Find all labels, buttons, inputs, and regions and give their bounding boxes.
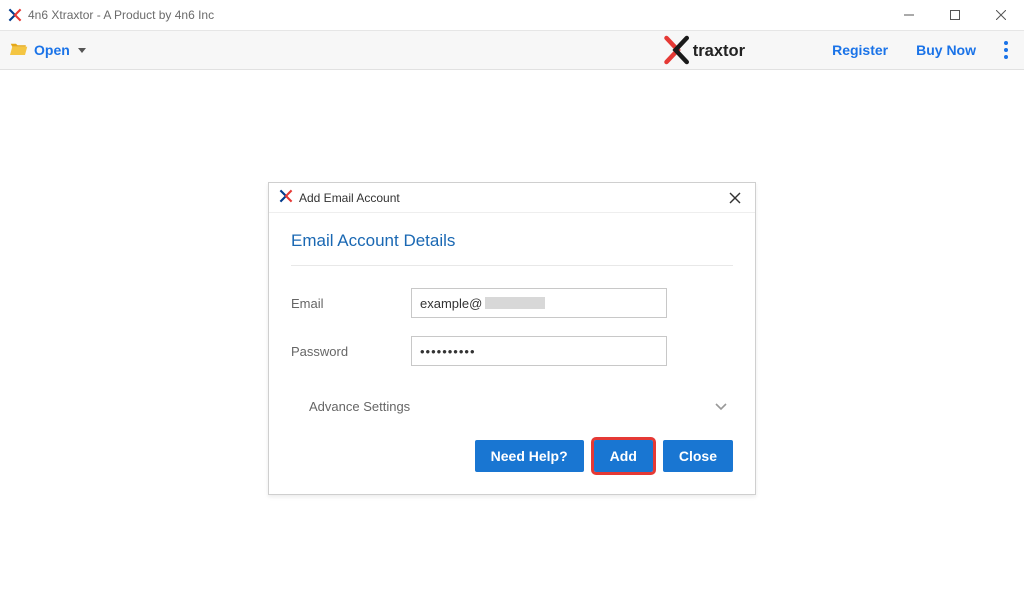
- dialog-close-button[interactable]: [725, 188, 745, 208]
- chevron-down-icon: [715, 399, 727, 414]
- app-icon: [8, 8, 22, 22]
- section-title: Email Account Details: [291, 231, 733, 266]
- close-button[interactable]: Close: [663, 440, 733, 472]
- password-label: Password: [291, 344, 411, 359]
- add-email-account-dialog: Add Email Account Email Account Details …: [268, 182, 756, 495]
- advance-settings-toggle[interactable]: Advance Settings: [291, 384, 733, 428]
- close-window-button[interactable]: [978, 0, 1024, 30]
- dialog-footer: Need Help? Add Close: [291, 434, 733, 478]
- need-help-button[interactable]: Need Help?: [475, 440, 584, 472]
- more-menu-button[interactable]: [998, 35, 1014, 65]
- window-title: 4n6 Xtraxtor - A Product by 4n6 Inc: [28, 8, 886, 22]
- password-row: Password: [291, 336, 733, 366]
- password-input[interactable]: [411, 336, 667, 366]
- open-button[interactable]: Open: [10, 41, 86, 60]
- maximize-button[interactable]: [932, 0, 978, 30]
- register-link[interactable]: Register: [832, 42, 888, 58]
- dropdown-caret-icon: [78, 48, 86, 53]
- titlebar: 4n6 Xtraxtor - A Product by 4n6 Inc: [0, 0, 1024, 30]
- email-label: Email: [291, 296, 411, 311]
- buy-now-link[interactable]: Buy Now: [916, 42, 976, 58]
- folder-open-icon: [10, 41, 28, 60]
- open-label: Open: [34, 42, 70, 58]
- brand-logo: traxtor: [658, 35, 798, 65]
- dialog-title: Add Email Account: [299, 191, 725, 205]
- minimize-button[interactable]: [886, 0, 932, 30]
- window-controls: [886, 0, 1024, 30]
- email-row: Email: [291, 288, 733, 318]
- advance-settings-label: Advance Settings: [309, 399, 410, 414]
- app-icon: [279, 189, 293, 206]
- dialog-body: Email Account Details Email Password Adv…: [269, 213, 755, 494]
- svg-text:traxtor: traxtor: [693, 42, 746, 60]
- toolbar: Open traxtor Register Buy Now: [0, 30, 1024, 70]
- add-button[interactable]: Add: [594, 440, 653, 472]
- redacted-text: [485, 297, 545, 309]
- dialog-header: Add Email Account: [269, 183, 755, 213]
